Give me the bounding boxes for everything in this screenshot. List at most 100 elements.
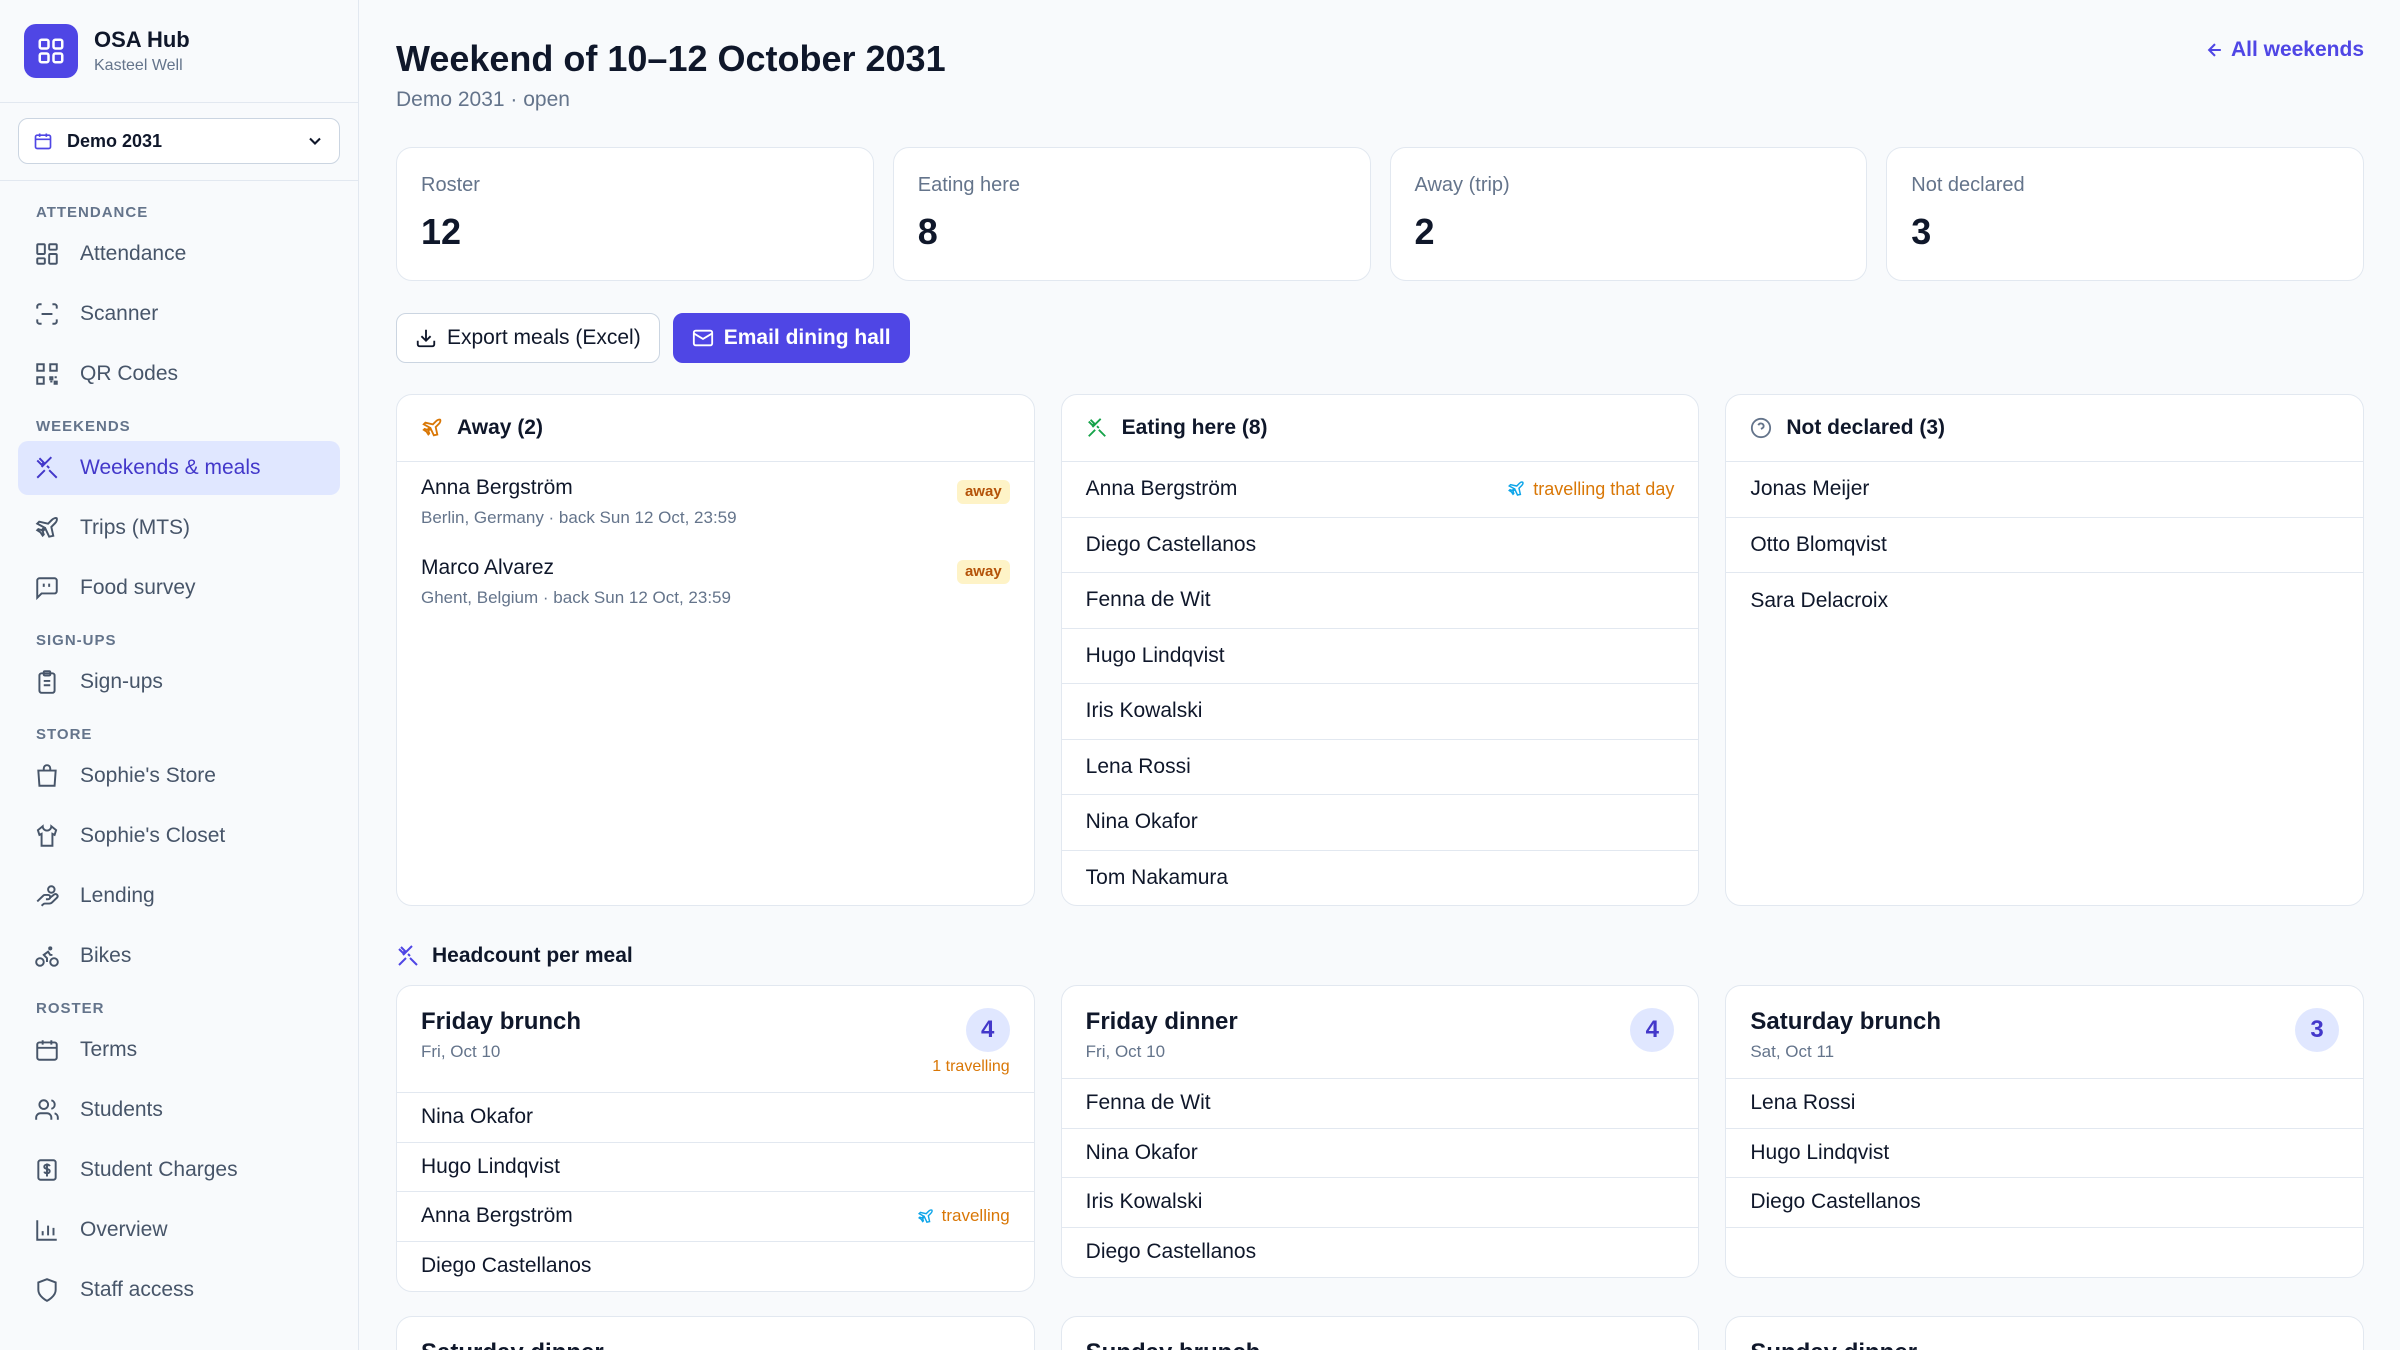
travelling-count: 1 travelling xyxy=(932,1058,1010,1075)
sidebar-item-students[interactable]: Students xyxy=(18,1083,340,1137)
sidebar-item-trips[interactable]: Trips (MTS) xyxy=(18,501,340,555)
scan-icon xyxy=(36,303,58,325)
list-item[interactable]: Nina Okafor xyxy=(1061,1129,1699,1178)
list-item[interactable]: Anna Bergström travelling that day xyxy=(1061,462,1699,518)
list-item[interactable]: Hugo Lindqvist xyxy=(397,1143,1034,1192)
sidebar-item-sign-ups[interactable]: Sign-ups xyxy=(18,655,340,709)
nav-section-store: STORE xyxy=(36,726,93,743)
headcount-section-title: Headcount per meal xyxy=(396,944,633,968)
sidebar-item-label: Lending xyxy=(80,884,155,907)
term-select[interactable]: Demo 2031 xyxy=(18,118,340,164)
download-icon xyxy=(416,329,436,348)
sidebar-item-bikes[interactable]: Bikes xyxy=(18,929,340,983)
sidebar-item-sophies-closet[interactable]: Sophie's Closet xyxy=(18,809,340,863)
meal-card-friday-dinner: Friday dinner Fri, Oct 10 4 Fenna de Wit… xyxy=(1060,985,1700,1278)
meal-cards: Friday brunch Fri, Oct 10 4 1 travelling… xyxy=(396,985,2365,1292)
list-item[interactable]: Fenna de Wit xyxy=(1061,573,1699,629)
email-dining-hall-label: Email dining hall xyxy=(723,326,891,349)
student-name: Lena Rossi xyxy=(1750,1091,1856,1115)
list-item[interactable]: Lena Rossi xyxy=(1061,740,1699,795)
sidebar-item-label: Weekends & meals xyxy=(80,456,261,479)
sidebar-item-terms[interactable]: Terms xyxy=(18,1023,340,1077)
sidebar-item-label: Sign-ups xyxy=(80,670,163,693)
stat-value: 8 xyxy=(917,211,938,252)
clipboard-icon xyxy=(38,670,56,694)
list-item[interactable]: Diego Castellanos xyxy=(1726,1178,2364,1228)
email-dining-hall-button[interactable]: Email dining hall xyxy=(672,313,910,363)
hand-coins-icon xyxy=(36,885,59,907)
list-item[interactable]: Iris Kowalski xyxy=(1061,1178,1699,1228)
meal-card-friday-brunch: Friday brunch Fri, Oct 10 4 1 travelling… xyxy=(396,985,1035,1292)
sidebar-item-student-charges[interactable]: Student Charges xyxy=(18,1143,340,1197)
nav-section-signups: SIGN-UPS xyxy=(36,632,117,649)
stat-label: Away (trip) xyxy=(1414,174,1510,196)
utensils-icon xyxy=(36,456,58,479)
all-weekends-link[interactable]: All weekends xyxy=(2205,38,2364,62)
meal-card-header: Friday dinner Fri, Oct 10 4 xyxy=(1061,986,1699,1079)
not-declared-panel-title: Not declared (3) xyxy=(1786,416,1946,439)
sidebar-item-food-survey[interactable]: Food survey xyxy=(18,561,340,615)
list-item[interactable]: Hugo Lindqvist xyxy=(1726,1129,2364,1178)
stat-value: 2 xyxy=(1414,211,1435,252)
list-item[interactable]: Nina Okafor xyxy=(397,1093,1034,1143)
list-item[interactable]: Iris Kowalski xyxy=(1061,684,1699,740)
list-item[interactable]: Diego Castellanos xyxy=(397,1242,1034,1292)
sidebar-item-label: QR Codes xyxy=(80,362,179,385)
sidebar-item-sophies-store[interactable]: Sophie's Store xyxy=(18,749,340,803)
chevron-down-icon xyxy=(309,137,321,145)
export-meals-label: Export meals (Excel) xyxy=(447,326,641,349)
utensils-icon xyxy=(398,945,418,966)
sidebar-item-label: Sophie's Store xyxy=(80,764,216,787)
sidebar-item-weekends-meals[interactable]: Weekends & meals xyxy=(18,441,340,495)
eating-here-panel: Eating here (8) Anna Bergström travellin… xyxy=(1060,394,1700,906)
meal-name: Saturday brunch xyxy=(1750,1008,1942,1035)
arrow-left-icon xyxy=(2207,43,2221,57)
list-item[interactable]: Sara Delacroix xyxy=(1726,573,2363,629)
sidebar-item-label: Trips (MTS) xyxy=(80,516,191,539)
sidebar-item-label: Scanner xyxy=(80,302,159,325)
list-item[interactable]: Nina Okafor xyxy=(1061,795,1699,851)
qr-code-icon xyxy=(36,363,58,385)
sidebar-item-staff-access[interactable]: Staff access xyxy=(18,1263,340,1317)
bar-chart-icon xyxy=(36,1220,57,1241)
sidebar-item-qr-codes[interactable]: QR Codes xyxy=(18,347,340,401)
meal-date: Sat, Oct 11 xyxy=(1750,1042,1835,1061)
trip-details: Ghent, Belgium · back Sun 12 Oct, 23:59 xyxy=(421,588,731,607)
not-declared-panel: Not declared (3) Jonas Meijer Otto Blomq… xyxy=(1725,394,2365,906)
stat-label: Not declared xyxy=(1911,174,2025,196)
sidebar-item-label: Staff access xyxy=(80,1278,195,1301)
student-name: Marco Alvarez xyxy=(421,556,555,579)
student-name: Sara Delacroix xyxy=(1750,588,1889,612)
list-item[interactable]: Anna Bergström Berlin, Germany · back Su… xyxy=(397,462,1034,542)
meal-name: Sunday brunch xyxy=(1086,1339,1261,1350)
sidebar-item-lending[interactable]: Lending xyxy=(18,869,340,923)
plane-icon xyxy=(917,1209,933,1223)
sidebar-item-attendance[interactable]: Attendance xyxy=(18,227,340,281)
meal-cards-next-row: Saturday dinner Sunday brunch Sunday din… xyxy=(396,1316,2365,1350)
sidebar-item-scanner[interactable]: Scanner xyxy=(18,287,340,341)
list-item[interactable]: Otto Blomqvist xyxy=(1726,518,2364,573)
sidebar-item-overview[interactable]: Overview xyxy=(18,1203,340,1257)
sidebar: OSA Hub Kasteel Well Demo 2031 ATTENDANC… xyxy=(0,0,359,1350)
page-subtitle: Demo 2031 · open xyxy=(396,88,570,111)
stat-card-eating-here: Eating here 8 xyxy=(892,147,1371,281)
status-badge: away xyxy=(956,480,1010,504)
meal-name: Friday dinner xyxy=(1085,1008,1238,1035)
list-item[interactable]: Anna Bergström travelling xyxy=(397,1192,1034,1242)
list-item[interactable]: Fenna de Wit xyxy=(1061,1079,1699,1129)
list-item[interactable]: Marco Alvarez Ghent, Belgium · back Sun … xyxy=(397,542,1034,622)
student-name: Diego Castellanos xyxy=(421,1254,592,1278)
list-item[interactable]: Tom Nakamura xyxy=(1062,851,1699,906)
brand-subtitle: Kasteel Well xyxy=(94,57,183,74)
list-item[interactable]: Jonas Meijer xyxy=(1726,462,2364,518)
travel-tag-label: travelling xyxy=(941,1206,1010,1226)
stat-card-roster: Roster 12 xyxy=(396,147,874,281)
users-icon xyxy=(35,1099,59,1120)
list-item[interactable]: Lena Rossi xyxy=(1726,1079,2364,1129)
travel-tag: travelling that day xyxy=(1507,479,1674,500)
list-item[interactable]: Diego Castellanos xyxy=(1061,518,1699,573)
export-meals-button[interactable]: Export meals (Excel) xyxy=(396,313,660,363)
bike-icon xyxy=(35,946,59,967)
list-item[interactable]: Hugo Lindqvist xyxy=(1061,629,1699,684)
list-item[interactable]: Diego Castellanos xyxy=(1062,1228,1699,1278)
